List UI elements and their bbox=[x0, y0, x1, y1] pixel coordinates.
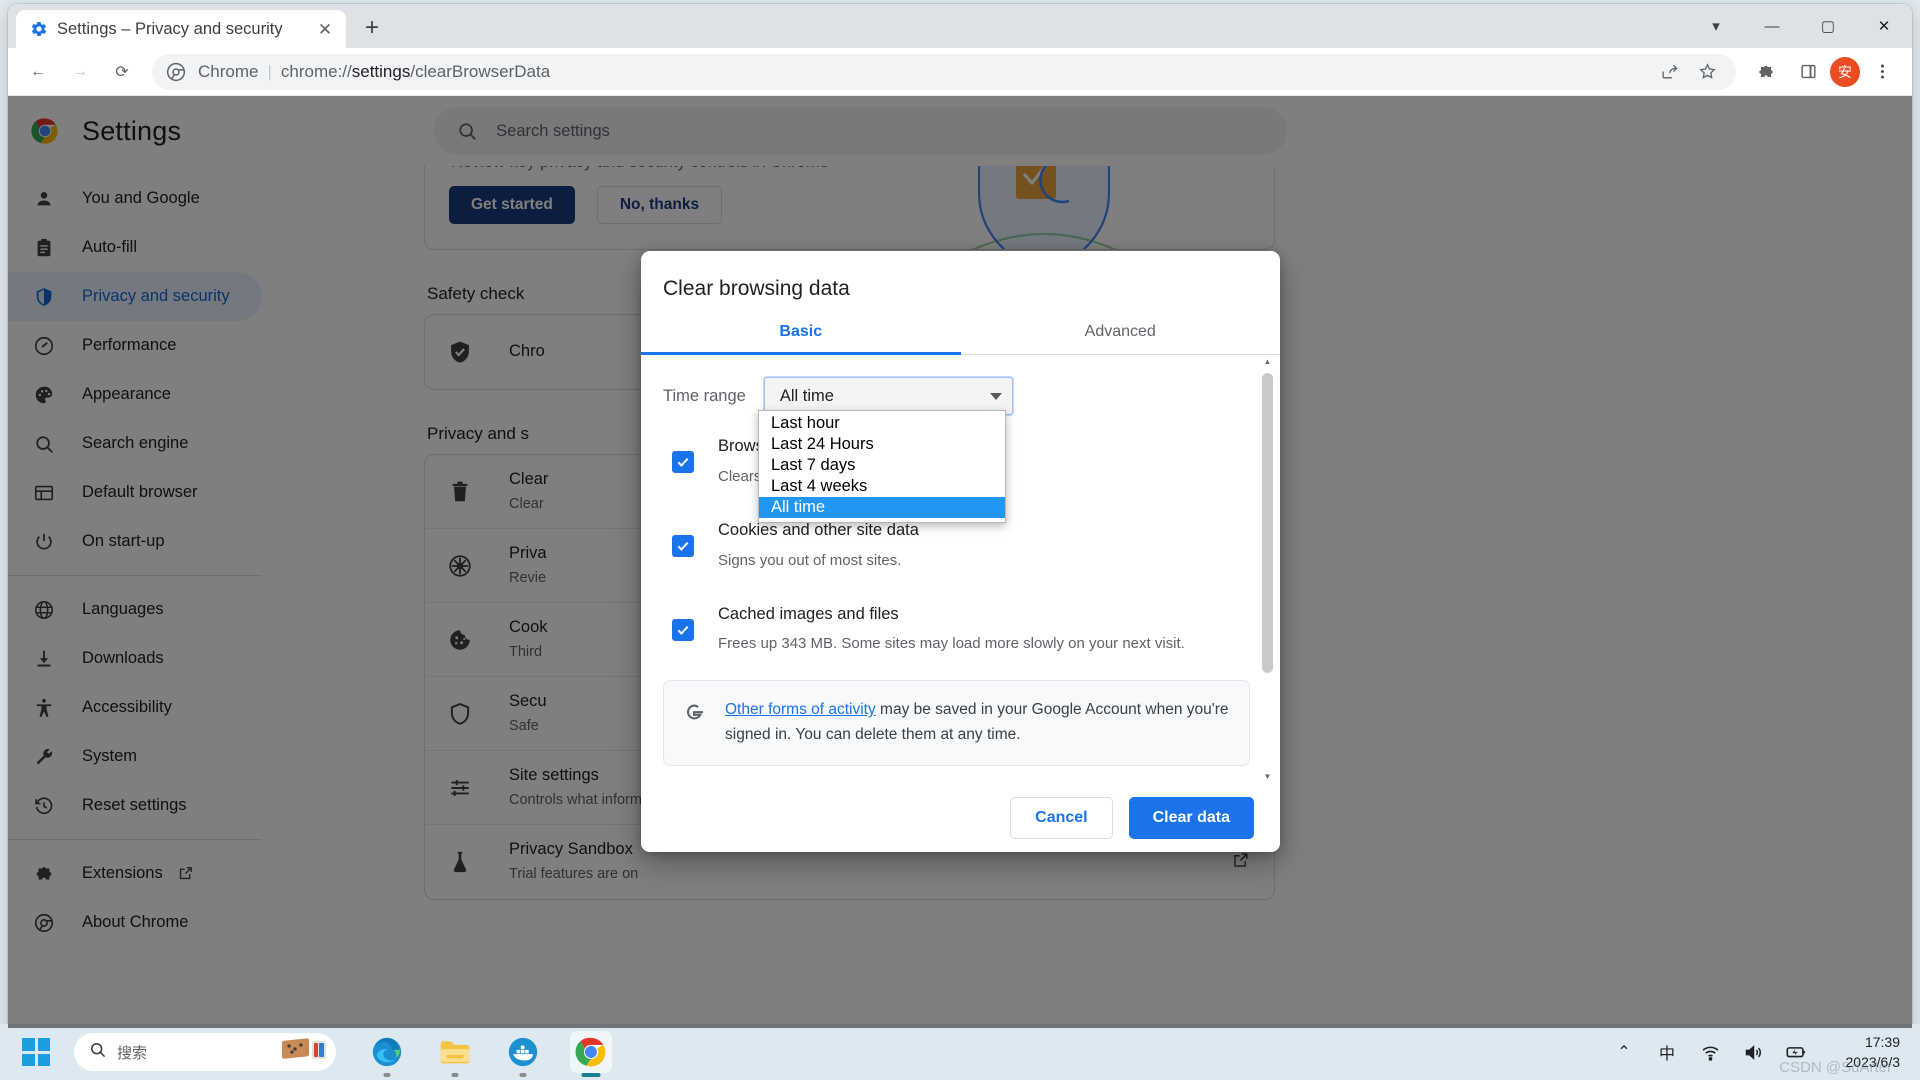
dropdown-option-last-7-days[interactable]: Last 7 days bbox=[759, 455, 1005, 476]
taskbar-app-chrome[interactable] bbox=[570, 1031, 612, 1077]
window-controls: ▾ — ▢ ✕ bbox=[1688, 4, 1912, 48]
dialog-scrollbar[interactable]: ▲ ▼ bbox=[1261, 355, 1274, 784]
reload-icon[interactable]: ⟳ bbox=[102, 52, 142, 92]
clear-data-button[interactable]: Clear data bbox=[1128, 796, 1254, 839]
search-suggestion-thumbnail[interactable] bbox=[282, 1037, 328, 1068]
taskbar-search-input[interactable]: 搜索 bbox=[74, 1033, 336, 1071]
forward-icon[interactable]: → bbox=[60, 52, 100, 92]
active-indicator bbox=[581, 1073, 601, 1077]
taskbar-app-file-explorer[interactable] bbox=[434, 1031, 476, 1077]
chevron-up-icon[interactable]: ⌃ bbox=[1613, 1041, 1635, 1063]
tab-title: Settings – Privacy and security bbox=[57, 19, 283, 38]
dialog-footer: Cancel Clear data bbox=[641, 783, 1280, 852]
omnibox-site-label: Chrome bbox=[198, 61, 259, 81]
option-title: Cached images and files bbox=[718, 604, 899, 623]
system-tray: ⌃ 中 17:39 2023/6/3 bbox=[1613, 1032, 1920, 1073]
omnibox-separator: | bbox=[267, 61, 272, 81]
clear-browsing-data-dialog: Clear browsing data Basic Advanced Time … bbox=[641, 251, 1280, 852]
option-text: Cached images and files Frees up 343 MB.… bbox=[718, 597, 1185, 657]
dropdown-option-all-time[interactable]: All time bbox=[759, 497, 1005, 518]
windows-logo-icon[interactable] bbox=[22, 1038, 50, 1066]
star-icon[interactable] bbox=[1690, 55, 1724, 89]
tab-advanced[interactable]: Advanced bbox=[961, 323, 1281, 354]
option-subtitle: Frees up 343 MB. Some sites may load mor… bbox=[718, 635, 1185, 653]
note-text: Other forms of activity may be saved in … bbox=[725, 698, 1231, 748]
dropdown-option-last-4-weeks[interactable]: Last 4 weeks bbox=[759, 476, 1005, 497]
url-prefix: chrome:// bbox=[280, 61, 352, 81]
checkbox-cached-images[interactable] bbox=[672, 618, 694, 641]
close-tab-icon[interactable]: ✕ bbox=[314, 18, 336, 40]
url-highlight: settings bbox=[351, 61, 411, 81]
browser-toolbar: ← → ⟳ Chrome | chrome://settings/clearBr… bbox=[8, 48, 1912, 96]
time-range-label: Time range bbox=[663, 386, 746, 405]
window-chevron-icon[interactable]: ▾ bbox=[1688, 4, 1744, 48]
taskbar-left: 搜索 bbox=[0, 1033, 336, 1071]
omnibox-url: chrome://settings/clearBrowserData bbox=[281, 62, 550, 82]
gear-icon bbox=[30, 20, 48, 38]
checkbox-browsing-history[interactable] bbox=[672, 451, 694, 473]
chrome-icon bbox=[166, 62, 186, 82]
taskbar: 搜索 ⌃ 中 17:39 2023/6/3 bbox=[0, 1024, 1920, 1080]
avatar[interactable]: 安 bbox=[1830, 56, 1860, 87]
chevron-down-icon bbox=[989, 392, 1002, 400]
side-panel-icon[interactable] bbox=[1788, 52, 1828, 92]
option-cached-images[interactable]: Cached images and files Frees up 343 MB.… bbox=[663, 597, 1250, 657]
new-tab-button[interactable]: + bbox=[354, 10, 390, 46]
option-subtitle: Signs you out of most sites. bbox=[718, 551, 902, 569]
taskbar-app-edge[interactable] bbox=[366, 1031, 408, 1077]
battery-charging-icon[interactable] bbox=[1785, 1041, 1807, 1063]
back-icon[interactable]: ← bbox=[18, 52, 58, 92]
clock-date: 2023/6/3 bbox=[1845, 1054, 1901, 1070]
clock-time: 17:39 bbox=[1864, 1033, 1900, 1050]
scrollbar-thumb[interactable] bbox=[1262, 373, 1273, 673]
clock[interactable]: 17:39 2023/6/3 bbox=[1828, 1032, 1901, 1073]
ime-indicator[interactable]: 中 bbox=[1656, 1041, 1678, 1063]
dialog-tabs: Basic Advanced bbox=[641, 323, 1280, 355]
google-g-icon bbox=[682, 700, 706, 724]
minimize-button[interactable]: — bbox=[1744, 4, 1800, 48]
taskbar-apps bbox=[366, 1031, 612, 1077]
scroll-up-icon[interactable]: ▲ bbox=[1261, 355, 1274, 368]
puzzle-icon[interactable] bbox=[1746, 52, 1786, 92]
search-icon bbox=[88, 1040, 107, 1064]
other-forms-of-activity-link[interactable]: Other forms of activity bbox=[725, 701, 876, 718]
taskbar-search-placeholder: 搜索 bbox=[117, 1044, 148, 1062]
running-indicator bbox=[451, 1073, 459, 1077]
google-account-note: Other forms of activity may be saved in … bbox=[663, 680, 1250, 766]
running-indicator bbox=[383, 1073, 391, 1077]
tab-strip: Settings – Privacy and security ✕ + ▾ — … bbox=[8, 4, 1912, 48]
running-indicator bbox=[519, 1073, 527, 1077]
screen: Settings – Privacy and security ✕ + ▾ — … bbox=[0, 0, 1920, 1080]
tab-basic[interactable]: Basic bbox=[641, 323, 961, 354]
maximize-button[interactable]: ▢ bbox=[1800, 4, 1856, 48]
address-bar[interactable]: Chrome | chrome://settings/clearBrowserD… bbox=[152, 53, 1736, 90]
checkbox-cookies[interactable] bbox=[672, 534, 694, 557]
wifi-icon[interactable] bbox=[1699, 1041, 1721, 1063]
taskbar-app-docker[interactable] bbox=[502, 1031, 544, 1077]
share-icon[interactable] bbox=[1652, 55, 1686, 89]
browser-tab[interactable]: Settings – Privacy and security ✕ bbox=[16, 10, 346, 48]
time-range-selected-value: All time bbox=[779, 386, 834, 405]
dropdown-option-last-hour[interactable]: Last hour bbox=[759, 413, 1005, 434]
three-dot-menu-icon[interactable] bbox=[1862, 52, 1902, 92]
volume-icon[interactable] bbox=[1742, 1041, 1764, 1063]
scroll-down-icon[interactable]: ▼ bbox=[1261, 770, 1274, 783]
dropdown-option-last-24-hours[interactable]: Last 24 Hours bbox=[759, 434, 1005, 455]
time-range-dropdown[interactable]: Last hour Last 24 Hours Last 7 days Last… bbox=[758, 410, 1006, 523]
cancel-button[interactable]: Cancel bbox=[1010, 796, 1113, 839]
dialog-title: Clear browsing data bbox=[663, 277, 850, 300]
omnibox-actions bbox=[1652, 55, 1724, 89]
option-title: Cookies and other site data bbox=[718, 520, 919, 539]
url-suffix: /clearBrowserData bbox=[410, 61, 551, 81]
close-window-button[interactable]: ✕ bbox=[1856, 4, 1912, 48]
